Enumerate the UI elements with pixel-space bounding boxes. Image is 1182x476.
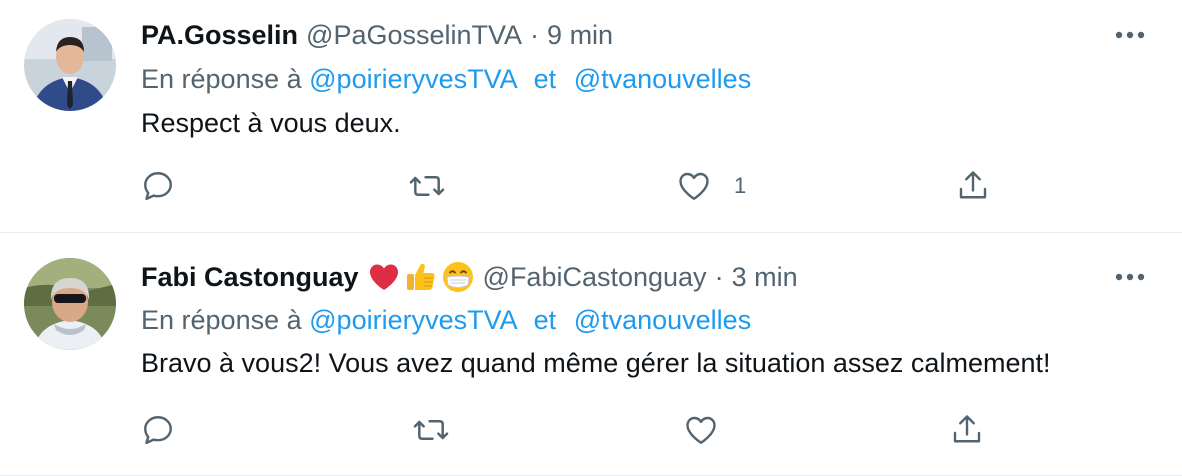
tweet-text: Respect à vous deux. bbox=[141, 108, 401, 138]
user-handle[interactable]: @FabiCastonguay bbox=[483, 262, 707, 293]
retweet-icon bbox=[409, 175, 445, 197]
display-name[interactable]: PA.Gosselin bbox=[141, 20, 298, 51]
reply-button[interactable] bbox=[140, 166, 176, 206]
share-icon bbox=[953, 415, 981, 443]
face-with-mask-emoji bbox=[442, 262, 473, 292]
reply-context: En réponse à @poirieryvesTVA et @tvanouv… bbox=[141, 64, 751, 95]
share-button[interactable] bbox=[955, 166, 991, 206]
name-emojis bbox=[367, 260, 475, 294]
tweet[interactable]: PA.Gosselin @PaGosselinTVA · 9 min En ré… bbox=[0, 0, 1182, 233]
tweet-header: PA.Gosselin @PaGosselinTVA · 9 min bbox=[141, 15, 613, 55]
separator-dot: · bbox=[714, 261, 724, 292]
mention-link[interactable]: @poirieryvesTVA bbox=[309, 305, 516, 335]
retweet-button[interactable] bbox=[412, 410, 450, 450]
retweet-button[interactable] bbox=[408, 166, 446, 206]
tweet-actions: 1 bbox=[0, 166, 1182, 206]
tweet[interactable]: Fabi Castonguay @FabiCastonguay · 3 min bbox=[0, 234, 1182, 476]
share-button[interactable] bbox=[949, 410, 985, 450]
like-button[interactable] bbox=[683, 410, 741, 450]
more-options-icon[interactable] bbox=[1112, 17, 1148, 53]
tweet-text: Bravo à vous2! Vous avez quand même gére… bbox=[141, 348, 1051, 378]
red-heart-emoji bbox=[369, 264, 398, 290]
separator-dot: · bbox=[530, 19, 540, 50]
heart-icon bbox=[686, 416, 716, 444]
reply-icon bbox=[144, 172, 172, 201]
avatar[interactable] bbox=[24, 258, 116, 350]
tweet-header: Fabi Castonguay @FabiCastonguay · 3 min bbox=[141, 257, 798, 297]
more-options-icon[interactable] bbox=[1112, 259, 1148, 295]
user-handle[interactable]: @PaGosselinTVA bbox=[306, 20, 522, 51]
thumbs-up-emoji bbox=[406, 263, 435, 290]
share-icon bbox=[959, 171, 987, 199]
retweet-icon bbox=[413, 419, 449, 441]
like-count: 1 bbox=[734, 173, 747, 198]
reply-icon bbox=[144, 416, 172, 445]
reply-prefix: En réponse à bbox=[141, 305, 302, 335]
reply-context: En réponse à @poirieryvesTVA et @tvanouv… bbox=[141, 305, 751, 336]
reply-button[interactable] bbox=[140, 410, 176, 450]
timestamp[interactable]: 9 min bbox=[547, 20, 613, 51]
avatar[interactable] bbox=[24, 19, 116, 111]
reply-prefix: En réponse à bbox=[141, 64, 302, 94]
reply-joiner: et bbox=[533, 305, 557, 335]
mention-link[interactable]: @poirieryvesTVA bbox=[309, 64, 516, 94]
tweet-actions bbox=[0, 410, 1182, 450]
display-name[interactable]: Fabi Castonguay bbox=[141, 262, 359, 293]
mention-link[interactable]: @tvanouvelles bbox=[574, 64, 752, 94]
mention-link[interactable]: @tvanouvelles bbox=[574, 305, 752, 335]
reply-joiner: et bbox=[533, 64, 557, 94]
timestamp[interactable]: 3 min bbox=[732, 262, 798, 293]
like-button[interactable]: 1 bbox=[676, 166, 746, 206]
heart-icon bbox=[679, 172, 709, 200]
